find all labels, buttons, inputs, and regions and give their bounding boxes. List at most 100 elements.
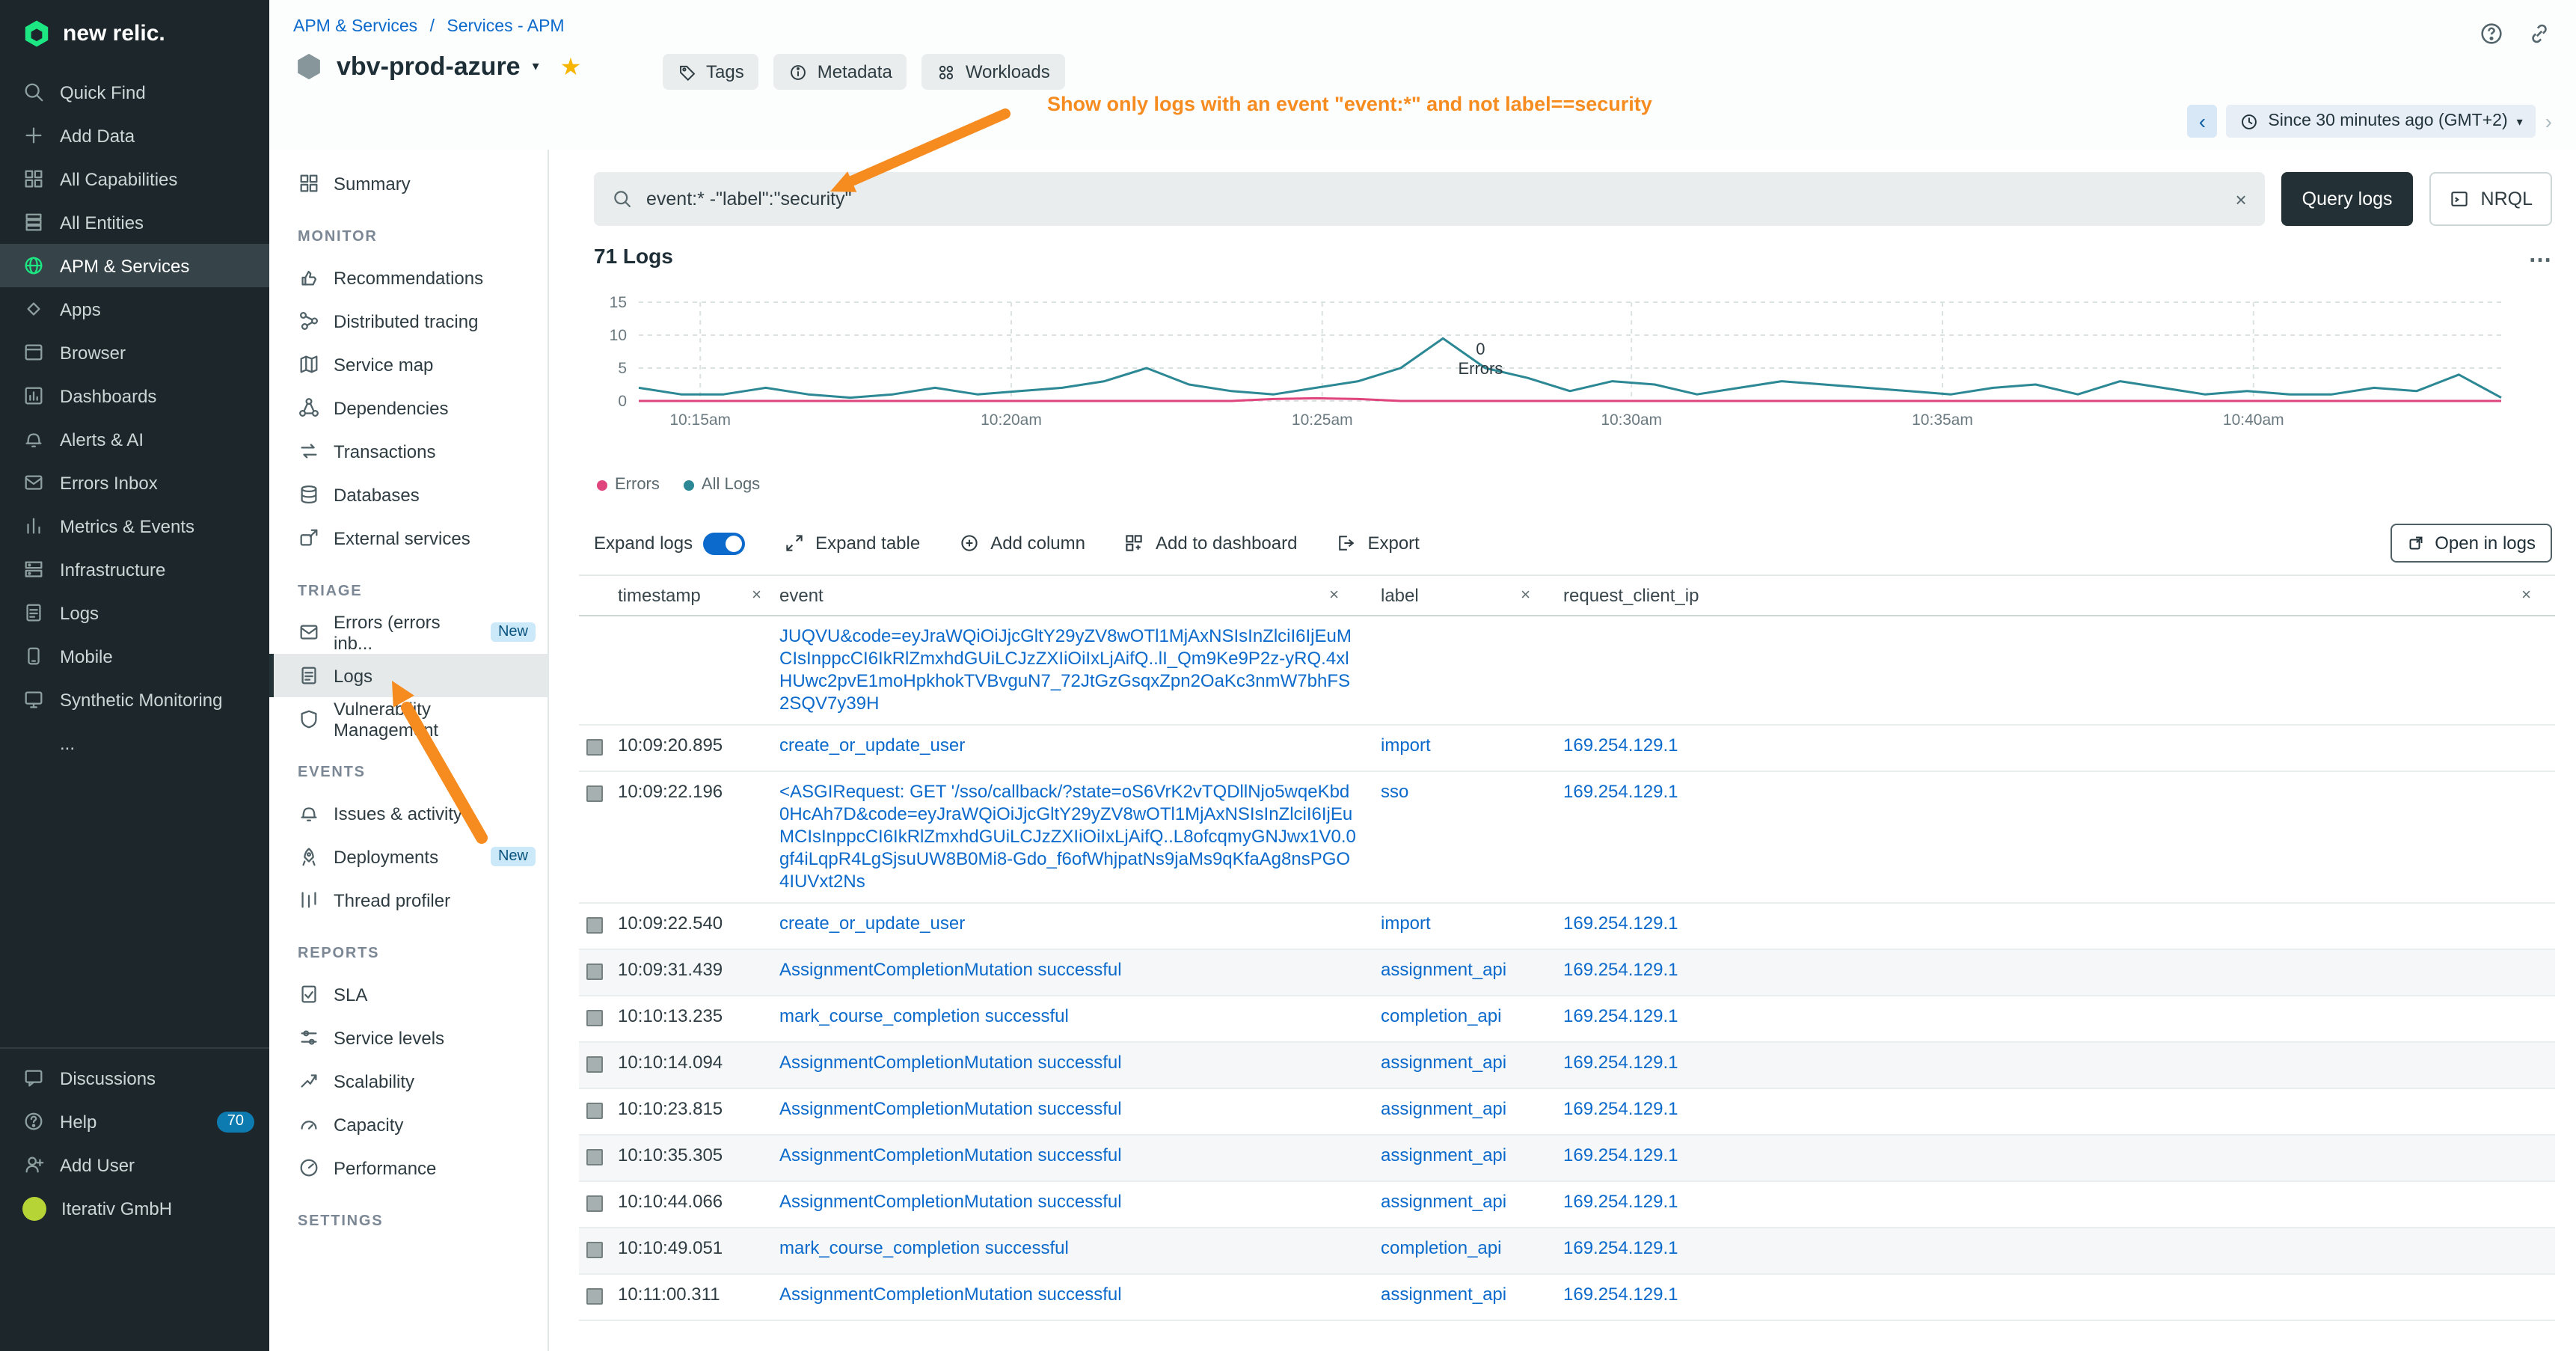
log-row[interactable]: 10:09:22.540create_or_update_userimport1… (579, 904, 2555, 950)
global-nav-item-infrastructure[interactable]: Infrastructure (0, 548, 269, 591)
global-nav-item-apm-services[interactable]: APM & Services (0, 244, 269, 287)
service-nav-item-recommendations[interactable]: Recommendations (269, 256, 548, 299)
column-header-request-client-ip[interactable]: request_client_ip× (1563, 585, 2555, 606)
column-header-label[interactable]: label× (1381, 585, 1563, 606)
service-nav-item-errors-errors-inb[interactable]: Errors (errors inb...New (269, 610, 548, 654)
query-logs-button[interactable]: Query logs (2281, 172, 2414, 226)
global-nav-item-metrics-events[interactable]: Metrics & Events (0, 504, 269, 548)
log-row[interactable]: 10:09:22.196<ASGIRequest: GET '/sso/call… (579, 772, 2555, 904)
log-event-link[interactable]: mark_course_completion successful (779, 1005, 1069, 1026)
service-nav-item-performance[interactable]: Performance (269, 1146, 548, 1189)
log-row[interactable]: 10:10:44.066AssignmentCompletionMutation… (579, 1182, 2555, 1228)
log-label-link[interactable]: assignment_api (1381, 959, 1506, 980)
global-nav-item-apps[interactable]: Apps (0, 287, 269, 331)
nrql-button[interactable]: NRQL (2430, 172, 2552, 226)
log-ip-link[interactable]: 169.254.129.1 (1563, 1237, 1678, 1258)
legend-errors[interactable]: Errors (597, 476, 660, 494)
log-row[interactable]: 10:10:35.305AssignmentCompletionMutation… (579, 1136, 2555, 1182)
tags-button[interactable]: Tags (663, 54, 759, 90)
service-nav-item-dependencies[interactable]: Dependencies (269, 386, 548, 429)
global-nav-item-alerts-ai[interactable]: Alerts & AI (0, 417, 269, 461)
log-expand-icon[interactable] (586, 1242, 603, 1258)
service-nav-item-deployments[interactable]: DeploymentsNew (269, 835, 548, 878)
service-nav-item-service-map[interactable]: Service map (269, 343, 548, 386)
log-expand-icon[interactable] (586, 1010, 603, 1026)
legend-all-logs[interactable]: All Logs (684, 476, 760, 494)
log-event-link[interactable]: AssignmentCompletionMutation successful (779, 1284, 1122, 1305)
log-ip-link[interactable]: 169.254.129.1 (1563, 781, 1678, 802)
log-label-link[interactable]: assignment_api (1381, 1284, 1506, 1305)
add-column-button[interactable]: Add column (959, 533, 1085, 554)
clear-query-icon[interactable]: × (2235, 188, 2246, 210)
global-nav-item-more[interactable]: ... (0, 721, 269, 765)
expand-logs-control[interactable]: Expand logs (594, 532, 745, 554)
global-nav-item-mobile[interactable]: Mobile (0, 634, 269, 678)
log-row[interactable]: 10:10:14.094AssignmentCompletionMutation… (579, 1043, 2555, 1089)
global-nav-item-add-data[interactable]: Add Data (0, 114, 269, 157)
log-ip-link[interactable]: 169.254.129.1 (1563, 959, 1678, 980)
log-expand-icon[interactable] (586, 1056, 603, 1073)
global-nav-item-iterativ-gmbh[interactable]: Iterativ GmbH (0, 1186, 269, 1230)
remove-column-request-client-ip-icon[interactable]: × (2521, 586, 2549, 604)
open-in-logs-button[interactable]: Open in logs (2390, 524, 2552, 563)
log-event-link[interactable]: create_or_update_user (779, 735, 965, 756)
log-expand-icon[interactable] (586, 964, 603, 980)
service-nav-item-thread-profiler[interactable]: Thread profiler (269, 878, 548, 922)
global-nav-item-browser[interactable]: Browser (0, 331, 269, 374)
service-nav-item-capacity[interactable]: Capacity (269, 1103, 548, 1146)
log-ip-link[interactable]: 169.254.129.1 (1563, 1052, 1678, 1073)
export-button[interactable]: Export (1336, 533, 1419, 554)
newrelic-logo[interactable]: new relic. (0, 0, 269, 70)
permalink-icon[interactable] (2527, 21, 2552, 46)
log-event-link[interactable]: AssignmentCompletionMutation successful (779, 1191, 1122, 1212)
metadata-button[interactable]: Metadata (774, 54, 907, 90)
workloads-button[interactable]: Workloads (922, 54, 1065, 90)
time-back-button[interactable]: ‹ (2187, 105, 2217, 138)
expand-table-button[interactable]: Expand table (784, 533, 920, 554)
log-label-link[interactable]: assignment_api (1381, 1098, 1506, 1119)
log-label-link[interactable]: sso (1381, 781, 1408, 802)
log-label-link[interactable]: import (1381, 735, 1431, 756)
log-row[interactable]: 10:09:31.439AssignmentCompletionMutation… (579, 950, 2555, 996)
log-ip-link[interactable]: 169.254.129.1 (1563, 913, 1678, 934)
log-expand-icon[interactable] (586, 785, 603, 802)
global-nav-item-all-capabilities[interactable]: All Capabilities (0, 157, 269, 200)
log-row[interactable]: JUQVU&code=eyJraWQiOiJjcGltY29yZV8wOTl1M… (579, 616, 2555, 726)
log-event-link[interactable]: AssignmentCompletionMutation successful (779, 1145, 1122, 1165)
service-nav-item-vulnerability-management[interactable]: Vulnerability Management (269, 697, 548, 741)
log-event-link[interactable]: AssignmentCompletionMutation successful (779, 959, 1122, 980)
global-nav-item-help[interactable]: Help70 (0, 1100, 269, 1143)
global-nav-item-logs[interactable]: Logs (0, 591, 269, 634)
service-nav-item-databases[interactable]: Databases (269, 473, 548, 516)
log-expand-icon[interactable] (586, 1149, 603, 1165)
logs-timeseries-chart[interactable]: 05101510:15am10:20am10:25am10:30am10:35a… (594, 284, 2509, 456)
service-nav-item-distributed-tracing[interactable]: Distributed tracing (269, 299, 548, 343)
log-label-link[interactable]: assignment_api (1381, 1052, 1506, 1073)
log-expand-icon[interactable] (586, 739, 603, 756)
global-nav-item-errors-inbox[interactable]: Errors Inbox (0, 461, 269, 504)
log-label-link[interactable]: assignment_api (1381, 1145, 1506, 1165)
service-nav-item-sla[interactable]: SLA (269, 972, 548, 1016)
log-ip-link[interactable]: 169.254.129.1 (1563, 1191, 1678, 1212)
log-row[interactable]: 10:11:00.311AssignmentCompletionMutation… (579, 1275, 2555, 1321)
log-expand-icon[interactable] (586, 917, 603, 934)
log-row[interactable]: 10:10:49.051mark_course_completion succe… (579, 1228, 2555, 1275)
log-label-link[interactable]: import (1381, 913, 1431, 934)
log-row[interactable]: 10:10:13.235mark_course_completion succe… (579, 996, 2555, 1043)
log-event-link[interactable]: create_or_update_user (779, 913, 965, 934)
time-picker[interactable]: Since 30 minutes ago (GMT+2) ▾ (2226, 105, 2536, 138)
log-label-link[interactable]: completion_api (1381, 1237, 1501, 1258)
remove-column-event-icon[interactable]: × (1329, 586, 1357, 604)
service-nav-item-transactions[interactable]: Transactions (269, 429, 548, 473)
chart-more-menu-icon[interactable]: … (2528, 242, 2552, 269)
log-event-link[interactable]: AssignmentCompletionMutation successful (779, 1098, 1122, 1119)
remove-column-label-icon[interactable]: × (1521, 586, 1548, 604)
log-expand-icon[interactable] (586, 1103, 603, 1119)
log-row[interactable]: 10:10:23.815AssignmentCompletionMutation… (579, 1089, 2555, 1136)
global-nav-item-all-entities[interactable]: All Entities (0, 200, 269, 244)
log-query-input[interactable]: event:* -"label":"security" × (594, 172, 2265, 226)
log-row[interactable]: 10:09:20.895create_or_update_userimport1… (579, 726, 2555, 772)
service-nav-item-issues-activity[interactable]: Issues & activity (269, 791, 548, 835)
service-nav-item-external-services[interactable]: External services (269, 516, 548, 560)
log-ip-link[interactable]: 169.254.129.1 (1563, 1005, 1678, 1026)
